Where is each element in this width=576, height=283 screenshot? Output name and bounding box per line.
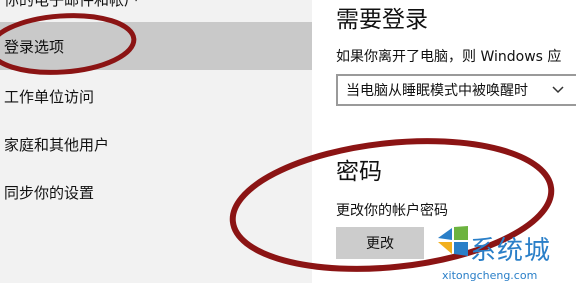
dropdown-selected-value: 当电脑从睡眠模式中被唤醒时 xyxy=(346,83,528,99)
require-signin-description: 如果你离开了电脑，则 Windows 应 xyxy=(336,49,562,65)
require-signin-dropdown[interactable]: 当电脑从睡眠模式中被唤醒时 xyxy=(336,74,576,106)
watermark: 系统城 xitongcheng.com xyxy=(400,224,576,283)
watermark-text: 系统城 xyxy=(470,236,552,266)
sidebar-item-sync-settings[interactable]: 同步你的设置 xyxy=(0,168,312,216)
sidebar-item-email-accounts[interactable]: 你的电子邮件和帐户 xyxy=(0,0,312,22)
sidebar-item-label: 同步你的设置 xyxy=(4,183,95,202)
sidebar-item-label: 工作单位访问 xyxy=(4,87,95,106)
chevron-down-icon xyxy=(552,82,564,98)
password-description: 更改你的帐户密码 xyxy=(336,203,448,219)
sidebar-item-label: 家庭和其他用户 xyxy=(4,135,110,154)
sidebar-item-family-users[interactable]: 家庭和其他用户 xyxy=(0,120,312,168)
windows-logo-icon xyxy=(436,224,470,262)
sidebar-item-label: 登录选项 xyxy=(4,37,65,56)
sidebar-item-signin-options[interactable]: 登录选项 xyxy=(0,22,312,70)
password-title: 密码 xyxy=(336,159,382,185)
watermark-url: xitongcheng.com xyxy=(442,269,538,282)
require-signin-title: 需要登录 xyxy=(336,7,428,33)
sidebar-item-work-access[interactable]: 工作单位访问 xyxy=(0,72,312,120)
sidebar: 你的电子邮件和帐户 登录选项 工作单位访问 家庭和其他用户 同步你的设置 xyxy=(0,0,312,283)
sidebar-item-label: 你的电子邮件和帐户 xyxy=(4,0,140,9)
